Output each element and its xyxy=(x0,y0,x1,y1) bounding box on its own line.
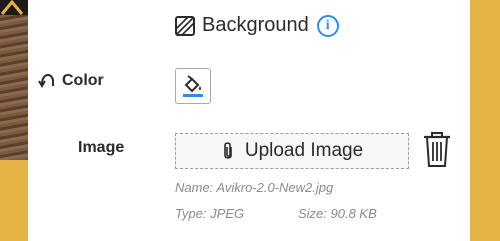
file-name-text: Name: Avikro-2.0-New2.jpg xyxy=(175,180,334,195)
upload-image-label: Upload Image xyxy=(244,140,364,161)
paperclip-icon xyxy=(224,142,232,159)
color-picker-button[interactable] xyxy=(175,68,211,104)
background-settings-panel: Background i Color Image Upload Image Na… xyxy=(28,0,470,241)
panel-header: Background i xyxy=(174,14,339,37)
paint-bucket-icon xyxy=(183,75,203,97)
color-row: Color xyxy=(38,72,104,90)
trash-icon[interactable] xyxy=(422,131,452,169)
file-type-text: Type: JPEG xyxy=(175,206,245,221)
canvas-right-edge xyxy=(470,0,500,241)
background-icon xyxy=(175,15,195,36)
color-label: Color xyxy=(62,72,104,89)
panel-title: Background xyxy=(202,14,309,36)
image-label: Image xyxy=(78,139,125,156)
info-icon[interactable]: i xyxy=(316,14,339,37)
upload-image-button[interactable]: Upload Image xyxy=(175,133,409,169)
undo-arrow-icon[interactable] xyxy=(38,72,56,90)
file-size-text: Size: 90.8 KB xyxy=(298,206,377,221)
